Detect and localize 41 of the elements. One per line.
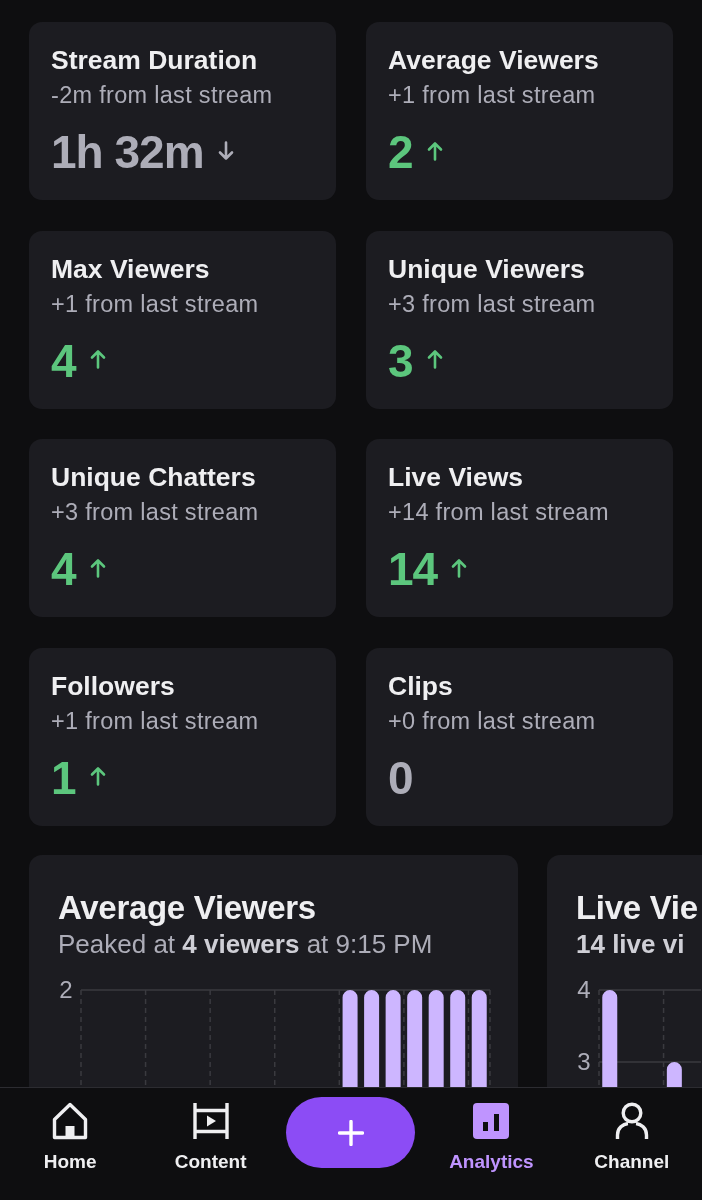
stat-delta: +1 from last stream	[388, 81, 596, 110]
nav-tab[interactable]: Analytics	[447, 1102, 536, 1173]
stat-value: 2	[388, 127, 413, 177]
stat-value: 3	[388, 335, 413, 386]
stat-value: 1h 32m	[51, 127, 204, 177]
chart-subtitle: Peaked at 4 viewers at 9:15 PM	[58, 927, 433, 960]
stat-delta: +3 from last stream	[388, 289, 596, 319]
bar-chart-icon	[473, 1102, 510, 1140]
stat-value: 14	[388, 544, 438, 594]
plus-icon	[338, 1119, 364, 1146]
chart-bar	[666, 1061, 682, 1087]
home-icon	[52, 1102, 89, 1140]
stat-delta: -2m from last stream	[51, 81, 273, 110]
stat-title: Unique Viewers	[388, 252, 585, 286]
stat-title: Followers	[51, 669, 175, 703]
stat-title: Clips	[388, 669, 453, 703]
stat-delta: +14 from last stream	[388, 498, 609, 527]
stat-value: 0	[388, 752, 413, 803]
film-frame-icon	[191, 1102, 230, 1140]
stat-title: Stream Duration	[51, 44, 258, 77]
nav-tab[interactable]: Channel	[592, 1102, 672, 1173]
chart-title: Average Viewers	[58, 887, 316, 928]
chart-title: Live Vie	[576, 887, 698, 928]
stat-title: Live Views	[388, 461, 524, 494]
chart-subtitle: 14 live vi	[576, 927, 685, 960]
stat-delta: +1 from last stream	[51, 289, 259, 319]
stat-value: 4	[51, 335, 76, 386]
stat-value: 4	[51, 544, 76, 594]
stat-title: Max Viewers	[51, 252, 210, 286]
stat-delta: +3 from last stream	[51, 498, 259, 527]
stat-title: Unique Chatters	[51, 461, 256, 494]
person-icon	[613, 1102, 650, 1140]
axis-label: 3	[577, 1047, 591, 1075]
axis-label: 4	[577, 975, 591, 1003]
stat-value: 1	[51, 752, 76, 803]
nav-tab[interactable]: Home	[41, 1102, 99, 1173]
stat-title: Average Viewers	[388, 44, 599, 77]
stat-delta: +1 from last stream	[51, 706, 259, 736]
nav-tab[interactable]: Content	[172, 1102, 249, 1173]
stat-delta: +0 from last stream	[388, 706, 596, 736]
axis-label: 2	[59, 975, 73, 1003]
